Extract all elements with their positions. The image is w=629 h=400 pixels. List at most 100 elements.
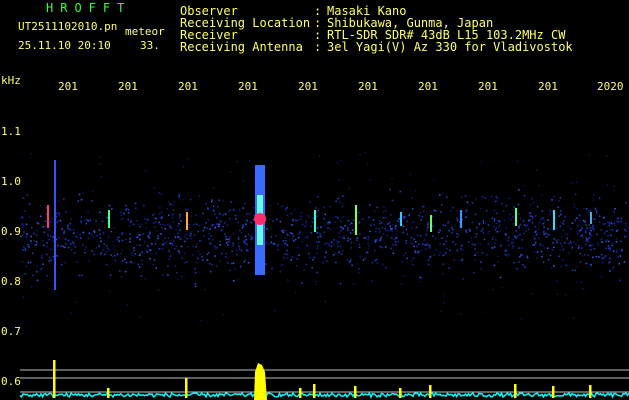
noise-pixel xyxy=(179,229,181,231)
noise-pixel xyxy=(99,237,102,239)
noise-pixel xyxy=(317,209,319,212)
noise-pixel xyxy=(340,253,343,255)
noise-pixel xyxy=(182,199,184,201)
noise-pixel xyxy=(425,244,428,246)
noise-pixel xyxy=(136,220,138,222)
noise-pixel xyxy=(573,206,576,208)
noise-pixel xyxy=(375,259,378,261)
noise-pixel xyxy=(341,205,344,208)
noise-pixel xyxy=(399,190,402,193)
noise-pixel xyxy=(248,160,250,162)
noise-pixel xyxy=(438,254,440,256)
noise-pixel xyxy=(51,218,53,220)
noise-pixel xyxy=(190,237,193,240)
noise-pixel xyxy=(358,243,360,246)
noise-pixel xyxy=(78,274,81,277)
noise-pixel xyxy=(172,221,175,223)
meteor-trace xyxy=(186,212,188,230)
noise-pixel xyxy=(219,260,221,262)
noise-pixel xyxy=(519,223,521,226)
noise-pixel xyxy=(167,223,169,226)
noise-pixel xyxy=(368,216,370,218)
noise-pixel xyxy=(585,229,587,232)
noise-pixel xyxy=(178,223,180,225)
noise-pixel xyxy=(379,238,382,240)
noise-pixel xyxy=(22,249,25,251)
noise-pixel xyxy=(148,236,150,239)
noise-pixel xyxy=(237,238,240,240)
noise-pixel xyxy=(63,230,66,232)
noise-pixel xyxy=(426,229,428,232)
noise-pixel xyxy=(447,220,450,222)
noise-pixel xyxy=(542,261,545,263)
noise-pixel xyxy=(187,208,189,211)
noise-pixel xyxy=(24,210,26,212)
noise-pixel xyxy=(589,227,592,229)
noise-pixel xyxy=(495,239,497,241)
noise-pixel xyxy=(147,235,149,237)
noise-pixel xyxy=(186,246,189,248)
noise-pixel xyxy=(528,219,530,222)
noise-pixel xyxy=(298,233,300,235)
noise-pixel xyxy=(427,259,430,262)
noise-pixel xyxy=(139,316,141,318)
noise-pixel xyxy=(545,232,547,235)
noise-pixel xyxy=(78,193,81,196)
noise-pixel xyxy=(209,225,212,227)
noise-pixel xyxy=(600,275,603,278)
noise-pixel xyxy=(587,254,590,257)
noise-pixel xyxy=(316,271,318,274)
noise-pixel xyxy=(310,225,313,228)
noise-pixel xyxy=(159,206,161,209)
noise-pixel xyxy=(451,226,453,229)
noise-pixel xyxy=(41,254,43,256)
noise-pixel xyxy=(138,254,141,257)
noise-pixel xyxy=(574,193,577,196)
noise-pixel xyxy=(482,228,484,230)
noise-pixel xyxy=(527,228,530,231)
noise-pixel xyxy=(457,234,460,237)
noise-pixel xyxy=(222,200,224,202)
noise-pixel xyxy=(120,218,122,220)
noise-pixel xyxy=(624,235,626,238)
noise-pixel xyxy=(518,225,520,228)
noise-pixel xyxy=(323,217,325,220)
noise-pixel xyxy=(592,256,594,258)
app-brand: HROFFT xyxy=(46,1,132,15)
noise-pixel xyxy=(30,235,32,238)
noise-pixel xyxy=(564,233,566,235)
noise-pixel xyxy=(408,214,410,216)
noise-pixel xyxy=(590,229,592,232)
noise-pixel xyxy=(219,240,221,243)
noise-pixel xyxy=(232,242,234,245)
noise-pixel xyxy=(323,243,326,245)
noise-pixel xyxy=(69,229,72,231)
noise-pixel xyxy=(418,243,420,245)
noise-pixel xyxy=(210,235,212,237)
noise-pixel xyxy=(531,198,534,200)
noise-pixel xyxy=(168,258,171,260)
noise-pixel xyxy=(560,236,563,238)
noise-pixel xyxy=(287,279,289,281)
noise-pixel xyxy=(456,209,458,212)
noise-pixel xyxy=(576,208,578,210)
noise-pixel xyxy=(138,266,141,268)
noise-pixel xyxy=(541,210,544,212)
noise-pixel xyxy=(481,252,484,254)
noise-pixel xyxy=(558,255,560,257)
noise-pixel xyxy=(517,203,520,206)
noise-pixel xyxy=(584,220,586,223)
noise-pixel xyxy=(22,197,25,199)
noise-pixel xyxy=(401,261,404,263)
noise-pixel xyxy=(291,224,293,226)
noise-pixel xyxy=(509,217,511,220)
noise-pixel xyxy=(389,188,391,191)
noise-pixel xyxy=(305,223,307,225)
noise-pixel xyxy=(582,255,584,257)
noise-pixel xyxy=(168,201,170,203)
noise-pixel xyxy=(209,270,212,273)
noise-pixel xyxy=(27,261,30,264)
noise-pixel xyxy=(132,262,134,264)
noise-pixel xyxy=(379,239,381,242)
noise-pixel xyxy=(584,253,586,256)
